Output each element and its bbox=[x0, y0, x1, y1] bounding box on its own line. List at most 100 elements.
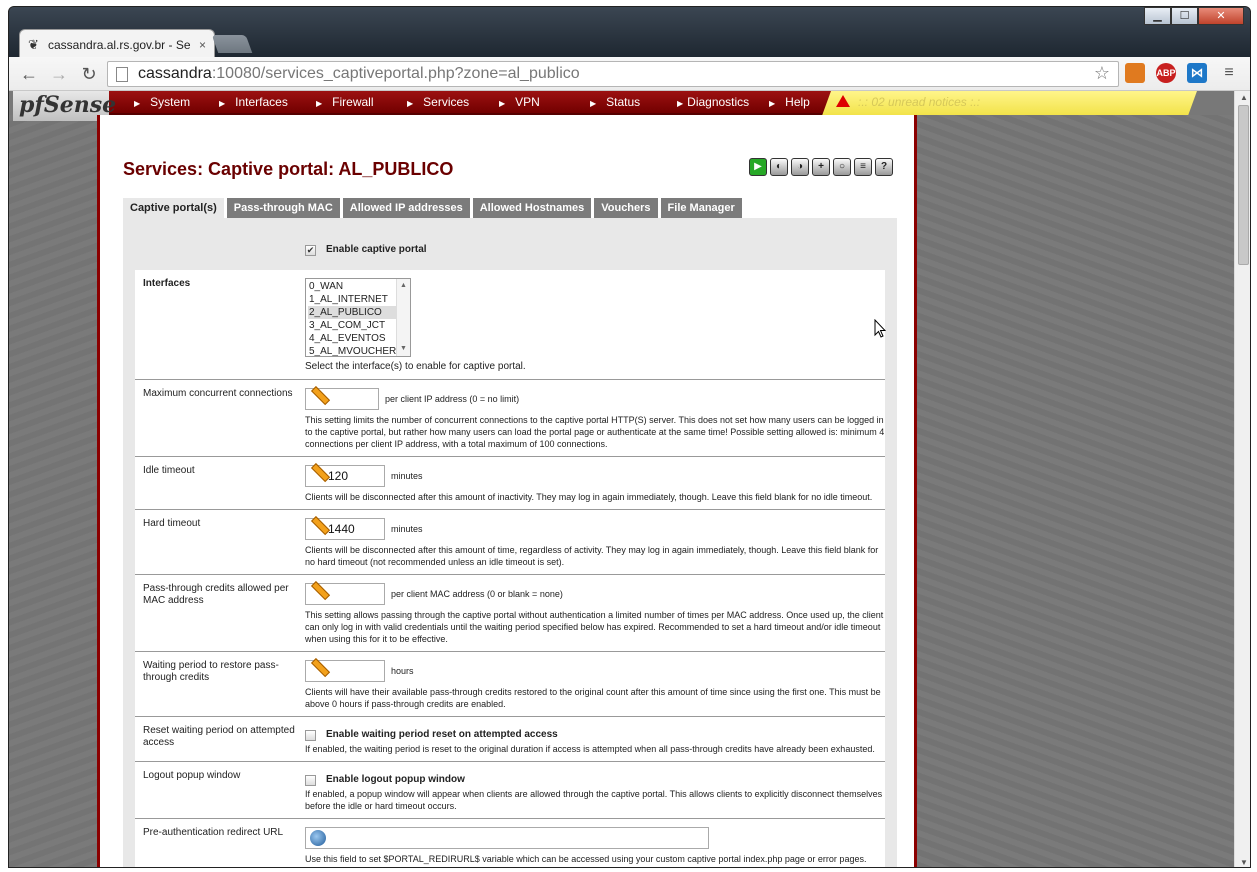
background-right bbox=[915, 115, 1234, 867]
tab-file-manager[interactable]: File Manager bbox=[660, 198, 742, 218]
scroll-down-icon[interactable]: ▼ bbox=[1240, 858, 1248, 867]
scroll-down-icon[interactable]: ▼ bbox=[400, 342, 407, 355]
content-panel: Services: Captive portal: AL_PUBLICO ▶ ◐… bbox=[97, 115, 917, 867]
tab-title: cassandra.al.rs.gov.br - Se bbox=[48, 37, 191, 52]
enable-captive-portal-checkbox[interactable]: ✔ bbox=[305, 244, 316, 256]
add-icon[interactable]: + bbox=[812, 158, 830, 176]
tab-captive-portals[interactable]: Captive portal(s) bbox=[123, 198, 224, 218]
interfaces-scrollbar[interactable]: ▲ ▼ bbox=[396, 279, 410, 356]
new-tab-button[interactable] bbox=[211, 35, 253, 53]
logout-popup-help: If enabled, a popup window will appear w… bbox=[305, 789, 883, 811]
pencil-icon bbox=[308, 662, 326, 680]
interface-option[interactable]: 5_AL_MVOUCHER bbox=[308, 345, 410, 356]
page-icon-bar: ▶ ◐ ◑ + ○ ≡ ? bbox=[749, 158, 893, 176]
interfaces-label: Interfaces bbox=[135, 270, 305, 379]
interface-option-selected[interactable]: 2_AL_PUBLICO bbox=[308, 306, 410, 319]
tab-close-icon[interactable]: × bbox=[199, 38, 206, 52]
tab-pass-through-mac[interactable]: Pass-through MAC bbox=[226, 198, 340, 218]
adblock-plus-icon[interactable]: ABP bbox=[1156, 63, 1176, 83]
waiting-period-input[interactable] bbox=[305, 660, 385, 682]
passthru-credits-help: This setting allows passing through the … bbox=[305, 610, 884, 644]
hard-timeout-input[interactable]: 1440 bbox=[305, 518, 385, 540]
tab-allowed-ip-addresses[interactable]: Allowed IP addresses bbox=[342, 198, 470, 218]
menu-arrow-icon: ▶ bbox=[590, 99, 597, 108]
interfaces-help: Select the interface(s) to enable for ca… bbox=[305, 361, 526, 372]
idle-timeout-label: Idle timeout bbox=[135, 457, 305, 509]
chrome-menu-icon[interactable]: ≡ bbox=[1219, 64, 1239, 82]
scroll-thumb[interactable] bbox=[1238, 105, 1249, 265]
minimize-button[interactable]: ▁ bbox=[1144, 7, 1171, 25]
max-connections-row: Maximum concurrent connections per clien… bbox=[135, 380, 885, 457]
interface-option[interactable]: 3_AL_COM_JCT bbox=[308, 319, 410, 332]
interfaces-row: Interfaces 0_WAN 1_AL_INTERNET 2_AL_PUBL… bbox=[135, 270, 885, 380]
start-service-icon[interactable]: ▶ bbox=[749, 158, 767, 176]
globe-icon bbox=[310, 830, 326, 846]
interfaces-select[interactable]: 0_WAN 1_AL_INTERNET 2_AL_PUBLICO 3_AL_CO… bbox=[305, 278, 411, 357]
interface-option[interactable]: 1_AL_INTERNET bbox=[308, 293, 410, 306]
passthru-credits-unit: per client MAC address (0 or blank = non… bbox=[391, 589, 563, 599]
reset-waiting-checkbox[interactable] bbox=[305, 729, 316, 741]
background-left bbox=[9, 115, 99, 867]
waiting-period-row: Waiting period to restore pass-through c… bbox=[135, 652, 885, 717]
unread-notices-alert[interactable]: :.: 02 unread notices :.: bbox=[836, 95, 980, 109]
menu-arrow-icon: ▶ bbox=[219, 99, 226, 108]
url-host: cassandra bbox=[138, 65, 212, 82]
preauth-url-input[interactable] bbox=[305, 827, 709, 849]
preauth-url-row: Pre-authentication redirect URL Use this… bbox=[135, 819, 885, 867]
reload-button[interactable]: ↻ bbox=[79, 64, 99, 85]
scroll-up-icon[interactable]: ▲ bbox=[400, 279, 407, 292]
menu-vpn[interactable]: ▶ VPN bbox=[499, 95, 540, 109]
extension-fox-icon[interactable] bbox=[1125, 63, 1145, 83]
reset-waiting-row: Reset waiting period on attempted access… bbox=[135, 717, 885, 762]
scroll-up-icon[interactable]: ▲ bbox=[1240, 93, 1248, 102]
idle-timeout-help: Clients will be disconnected after this … bbox=[305, 492, 873, 502]
idle-timeout-input[interactable]: 120 bbox=[305, 465, 385, 487]
page-tabs: Captive portal(s) Pass-through MAC Allow… bbox=[123, 198, 742, 218]
preauth-url-help: Use this field to set $PORTAL_REDIRURL$ … bbox=[305, 854, 867, 864]
menu-help[interactable]: ▶ Help bbox=[769, 95, 810, 109]
preauth-url-label: Pre-authentication redirect URL bbox=[135, 819, 305, 867]
reset-waiting-help: If enabled, the waiting period is reset … bbox=[305, 744, 875, 754]
help-icon[interactable]: ? bbox=[875, 158, 893, 176]
maximize-button[interactable]: ☐ bbox=[1171, 7, 1198, 25]
warning-icon bbox=[836, 95, 850, 107]
logout-popup-checkbox[interactable] bbox=[305, 774, 316, 786]
back-button[interactable]: ← bbox=[19, 64, 39, 85]
logout-popup-row: Logout popup window Enable logout popup … bbox=[135, 762, 885, 819]
menu-interfaces[interactable]: ▶ Interfaces bbox=[219, 95, 288, 109]
menu-arrow-icon: ▶ bbox=[134, 99, 141, 108]
passthru-credits-input[interactable] bbox=[305, 583, 385, 605]
passthru-credits-label: Pass-through credits allowed per MAC add… bbox=[135, 575, 305, 651]
interface-option[interactable]: 0_WAN bbox=[308, 280, 410, 293]
window-controls: ▁ ☐ ✕ bbox=[1144, 7, 1244, 25]
forward-button[interactable]: → bbox=[49, 64, 69, 85]
menu-system[interactable]: ▶ System bbox=[134, 95, 190, 109]
settings-icon[interactable]: ○ bbox=[833, 158, 851, 176]
form-container: ✔ Enable captive portal Interfaces 0_WAN… bbox=[123, 218, 897, 867]
captive-portal-form: ✔ Enable captive portal Interfaces 0_WAN… bbox=[135, 218, 885, 867]
menu-diagnostics[interactable]: ▶ Diagnostics bbox=[677, 95, 749, 109]
tab-allowed-hostnames[interactable]: Allowed Hostnames bbox=[472, 198, 592, 218]
pfsense-favicon-icon: ❦ bbox=[28, 36, 39, 52]
pfsense-navbar: pfSense ▶ System ▶ Interfaces ▶ Firewall ▶ S… bbox=[9, 91, 1234, 121]
status-icon[interactable]: ◐ bbox=[770, 158, 788, 176]
interface-option[interactable]: 4_AL_EVENTOS bbox=[308, 332, 410, 345]
pfsense-logo[interactable]: pfSense bbox=[13, 91, 116, 121]
list-icon[interactable]: ≡ bbox=[854, 158, 872, 176]
max-connections-input[interactable] bbox=[305, 388, 379, 410]
address-bar[interactable]: cassandra :10080/services_captiveportal.… bbox=[107, 61, 1119, 87]
extension-bow-icon[interactable]: ⋈ bbox=[1187, 63, 1207, 83]
hard-timeout-row: Hard timeout 1440 minutes Clients will b… bbox=[135, 510, 885, 575]
page-scrollbar[interactable]: ▲ ▼ bbox=[1234, 91, 1250, 867]
close-window-button[interactable]: ✕ bbox=[1198, 7, 1244, 25]
menu-status[interactable]: ▶ Status bbox=[590, 95, 640, 109]
log-icon[interactable]: ◑ bbox=[791, 158, 809, 176]
menu-firewall[interactable]: ▶ Firewall bbox=[316, 95, 374, 109]
bookmark-star-icon[interactable]: ☆ bbox=[1094, 63, 1110, 84]
tab-vouchers[interactable]: Vouchers bbox=[594, 198, 658, 218]
menu-services[interactable]: ▶ Services bbox=[407, 95, 469, 109]
waiting-period-label: Waiting period to restore pass-through c… bbox=[135, 652, 305, 716]
menu-arrow-icon: ▶ bbox=[769, 99, 776, 108]
browser-tab[interactable]: ❦ cassandra.al.rs.gov.br - Se × bbox=[19, 29, 215, 59]
max-connections-help: This setting limits the number of concur… bbox=[305, 415, 885, 449]
